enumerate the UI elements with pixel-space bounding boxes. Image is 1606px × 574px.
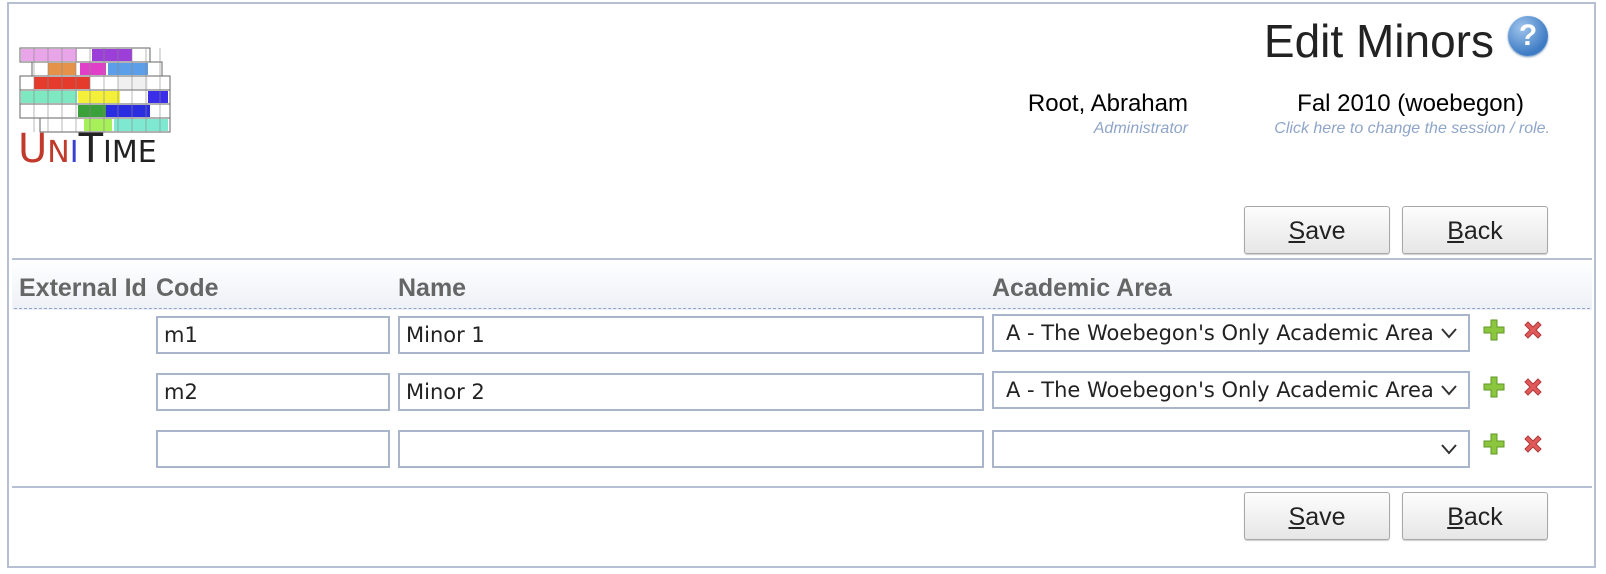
wordmark-i: I: [69, 135, 79, 170]
delete-row-icon[interactable]: [1522, 376, 1544, 398]
save-accesskey: S: [1288, 217, 1306, 245]
chevron-down-icon: [1441, 444, 1457, 455]
save-label: ave: [1305, 503, 1346, 531]
save-label: ave: [1305, 217, 1346, 245]
code-input[interactable]: m1: [156, 316, 390, 354]
back-accesskey: B: [1447, 503, 1464, 531]
table-header: [12, 260, 1592, 310]
save-accesskey: S: [1288, 503, 1306, 531]
code-input[interactable]: [156, 430, 390, 468]
header-bottom-divider: [14, 308, 1590, 309]
back-label: ack: [1463, 217, 1503, 245]
session-info[interactable]: Fal 2010 (woebegon) Click here to change…: [1274, 90, 1550, 138]
user-info[interactable]: Root, Abraham Administrator: [1028, 90, 1188, 138]
back-accesskey: B: [1447, 217, 1464, 245]
page-title: Edit Minors: [1263, 15, 1494, 67]
back-button-bottom[interactable]: Back: [1402, 492, 1548, 540]
footer-divider: [12, 486, 1592, 488]
wordmark-t: T: [78, 126, 104, 172]
code-input[interactable]: m2: [156, 373, 390, 411]
name-input[interactable]: Minor 1: [398, 316, 984, 354]
chevron-down-icon: [1441, 385, 1457, 396]
column-header-external-id: External Id: [19, 274, 147, 302]
save-button-top[interactable]: Save: [1244, 206, 1390, 254]
help-icon[interactable]: ?: [1508, 16, 1548, 56]
add-row-icon[interactable]: [1482, 432, 1506, 456]
delete-row-icon[interactable]: [1522, 319, 1544, 341]
chevron-down-icon: [1441, 328, 1457, 339]
academic-area-select[interactable]: A - The Woebegon's Only Academic Area: [992, 314, 1470, 352]
back-button-top[interactable]: Back: [1402, 206, 1548, 254]
user-name: Root, Abraham: [1027, 90, 1188, 117]
user-role: Administrator: [1093, 120, 1188, 137]
academic-area-value: A - The Woebegon's Only Academic Area: [1006, 378, 1434, 402]
academic-area-value: A - The Woebegon's Only Academic Area: [1006, 321, 1434, 345]
session-hint: Click here to change the session / role.: [1274, 120, 1550, 137]
session-name: Fal 2010 (woebegon): [1297, 90, 1524, 117]
wordmark-n: N: [47, 135, 70, 170]
header-top-divider: [12, 258, 1592, 260]
column-header-academic-area: Academic Area: [992, 274, 1172, 302]
add-row-icon[interactable]: [1482, 375, 1506, 399]
column-header-name: Name: [398, 274, 467, 302]
save-button-bottom[interactable]: Save: [1244, 492, 1390, 540]
academic-area-select[interactable]: [992, 430, 1470, 468]
wordmark-ime: IME: [103, 135, 157, 170]
unitime-wordmark: UNITIME: [18, 124, 157, 178]
name-input[interactable]: Minor 2: [398, 373, 984, 411]
back-label: ack: [1463, 503, 1503, 531]
wordmark-u: U: [18, 126, 48, 172]
name-input[interactable]: [398, 430, 984, 468]
add-row-icon[interactable]: [1482, 318, 1506, 342]
delete-row-icon[interactable]: [1522, 433, 1544, 455]
academic-area-select[interactable]: A - The Woebegon's Only Academic Area: [992, 371, 1470, 409]
column-header-code: Code: [156, 274, 219, 302]
